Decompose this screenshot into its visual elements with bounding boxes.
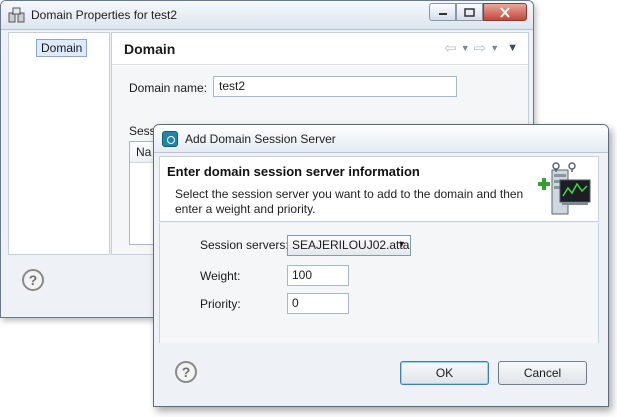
- help-icon[interactable]: ?: [175, 361, 197, 383]
- banner-title: Enter domain session server information: [167, 164, 420, 179]
- domain-name-field[interactable]: test2: [213, 76, 457, 97]
- ok-button[interactable]: OK: [400, 361, 489, 385]
- minimize-icon: [438, 13, 447, 15]
- tree-item-domain[interactable]: Domain: [36, 39, 88, 57]
- dialog-form: Session servers: SEAJERILOUJ02.atta ▼ We…: [159, 223, 599, 343]
- dropdown-arrow-icon: ▼: [397, 239, 406, 249]
- weight-label: Weight:: [200, 269, 241, 283]
- properties-tree: Domain: [8, 32, 110, 255]
- dialog-icon: [162, 131, 178, 147]
- dialog-title: Add Domain Session Server: [185, 132, 336, 146]
- maximize-icon: [464, 7, 475, 17]
- forward-arrow-icon[interactable]: ⇨: [474, 41, 487, 56]
- window-controls: [429, 3, 527, 21]
- close-icon: [500, 6, 510, 18]
- chevron-down-icon[interactable]: ▼: [461, 41, 470, 56]
- dialog-title-bar[interactable]: Add Domain Session Server: [154, 125, 608, 153]
- session-servers-value: SEAJERILOUJ02.atta: [292, 238, 410, 252]
- app-icon: [8, 7, 25, 23]
- weight-field[interactable]: 100: [287, 265, 349, 286]
- back-arrow-icon[interactable]: ⇦: [444, 41, 457, 56]
- chevron-down-icon[interactable]: ▼: [490, 41, 499, 56]
- maximize-button[interactable]: [456, 3, 483, 21]
- minimize-button[interactable]: [429, 3, 456, 21]
- add-domain-session-server-dialog: Add Domain Session Server Enter domain s…: [153, 124, 609, 407]
- help-icon[interactable]: ?: [22, 269, 44, 291]
- view-menu-icon[interactable]: ▼: [507, 41, 518, 56]
- server-add-graphic: [538, 162, 591, 215]
- priority-label: Priority:: [200, 297, 241, 311]
- dialog-banner: Enter domain session server information …: [159, 156, 599, 222]
- session-servers-label: Session servers:: [200, 238, 289, 252]
- page-navigation: ⇦ ▼ ⇨ ▼ ▼: [444, 41, 518, 56]
- domain-name-label: Domain name:: [129, 81, 208, 95]
- page-title: Domain: [124, 41, 176, 57]
- session-servers-select[interactable]: SEAJERILOUJ02.atta ▼: [287, 235, 411, 256]
- close-button[interactable]: [483, 3, 527, 21]
- title-bar[interactable]: Domain Properties for test2: [1, 1, 533, 30]
- banner-description: Select the session server you want to ad…: [175, 187, 524, 216]
- page-header: Domain ⇦ ▼ ⇨ ▼ ▼: [112, 33, 528, 65]
- priority-field[interactable]: 0: [287, 293, 349, 314]
- window-title: Domain Properties for test2: [31, 8, 178, 22]
- cancel-button[interactable]: Cancel: [498, 361, 587, 385]
